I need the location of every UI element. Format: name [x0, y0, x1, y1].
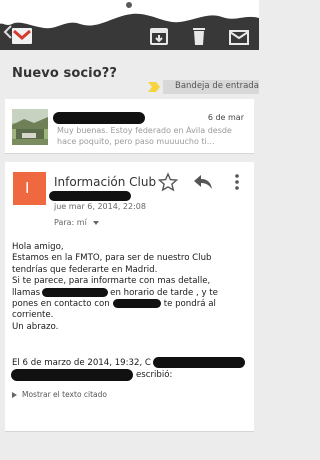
recipient-text: Para: mí: [54, 218, 87, 227]
body-line: pones en contacto con te pondrá al: [12, 299, 250, 310]
show-quoted-text-toggle[interactable]: Mostrar el texto citado: [12, 390, 107, 399]
message-body: Hola amigo, Estamos en la FMTO, para ser…: [12, 242, 250, 333]
action-bar: [0, 0, 259, 50]
overflow-dot: [126, 2, 132, 8]
expand-triangle-icon: [12, 392, 17, 398]
body-segment: llamas: [12, 287, 41, 298]
body-line: Hola amigo,: [12, 242, 64, 252]
mail-icon[interactable]: [228, 26, 250, 46]
more-vert-icon[interactable]: [233, 172, 241, 192]
chevron-down-icon: [92, 220, 99, 225]
body-line: tendrías que federarte en Madrid.: [12, 264, 158, 275]
redacted-quote-sender: [153, 357, 245, 368]
message-snippet: Muy buenas. Estoy federado en Ávila desd…: [57, 126, 232, 146]
label-chip[interactable]: Bandeja de entrada: [145, 80, 259, 94]
trash-icon[interactable]: [188, 26, 210, 46]
message-date: 6 de mar: [207, 113, 244, 122]
sent-date: jue mar 6, 2014, 22:08: [54, 202, 146, 211]
body-line: corriente.: [12, 310, 54, 321]
show-quoted-label: Mostrar el texto citado: [22, 390, 108, 399]
redacted-contact: [112, 299, 161, 309]
sender-name[interactable]: Información Club: [54, 175, 156, 189]
quote-header: El 6 de marzo de 2014, 19:32, C: [12, 358, 151, 368]
archive-icon[interactable]: [148, 26, 170, 46]
recipient-details[interactable]: Para: mí: [54, 218, 99, 227]
reply-icon[interactable]: [192, 172, 214, 192]
redacted-sender-address: [49, 191, 131, 201]
redacted-phone: [42, 287, 109, 297]
redacted-sender-name: [53, 112, 145, 124]
label-text: Bandeja de entrada: [175, 81, 259, 91]
email-subject: Nuevo socio??: [12, 66, 118, 81]
collapsed-message-card[interactable]: 6 de mar Muy buenas. Estoy federado en Á…: [5, 99, 254, 154]
body-line: llamas en horario de tarde , y te: [12, 287, 250, 299]
avatar[interactable]: I: [13, 172, 46, 205]
body-line: Estamos en la FMTO, para ser de nuestro …: [12, 253, 212, 264]
body-segment: en horario de tarde , y te: [110, 287, 218, 298]
body-segment: pones en contacto con: [12, 299, 110, 310]
expanded-message-card: I Información Club jue mar 6, 2014, 22:0…: [5, 162, 254, 432]
star-icon[interactable]: [158, 172, 178, 192]
sender-photo: [12, 109, 48, 145]
redacted-quote-address: [11, 369, 133, 381]
avatar-letter: I: [25, 179, 30, 197]
important-marker-icon[interactable]: [147, 81, 161, 93]
body-line: Un abrazo.: [12, 321, 59, 332]
gmail-logo-icon[interactable]: [12, 28, 32, 44]
body-line: Si te parece, para informarte con mas de…: [12, 276, 211, 287]
quote-header-end: escribió:: [136, 370, 173, 380]
body-segment: te pondrá al: [163, 299, 216, 310]
